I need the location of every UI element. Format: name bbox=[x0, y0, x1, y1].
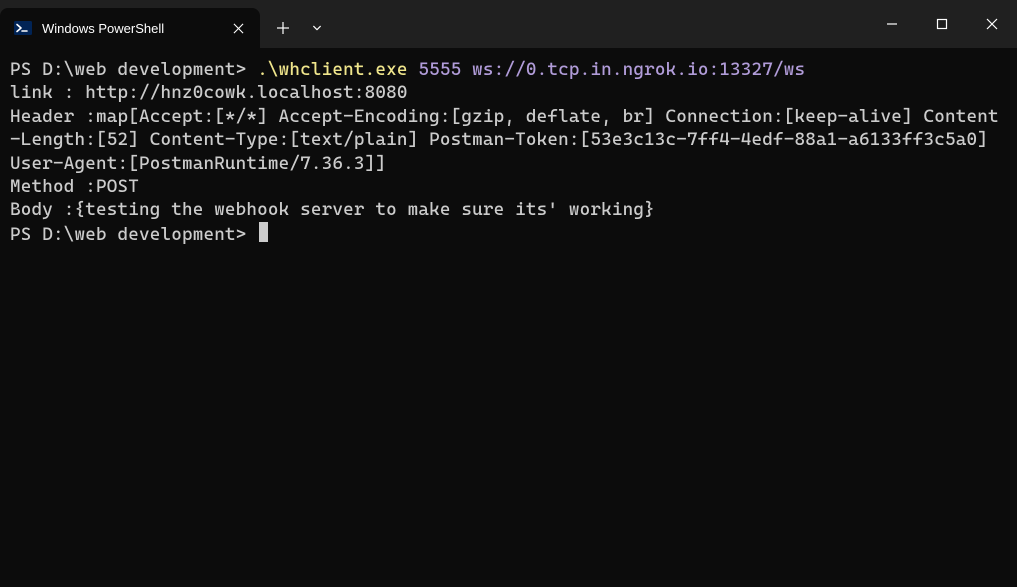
prompt: PS D:\web development> bbox=[10, 59, 257, 80]
powershell-icon bbox=[14, 19, 32, 37]
maximize-button[interactable] bbox=[917, 0, 967, 48]
command-arg-url: ws://0.tcp.in.ngrok.io:13327/ws bbox=[461, 59, 805, 80]
window-controls bbox=[867, 0, 1017, 48]
terminal-content[interactable]: PS D:\web development> .\whclient.exe 55… bbox=[0, 48, 1017, 256]
titlebar: Windows PowerShell bbox=[0, 0, 1017, 48]
command-arg-port: 5555 bbox=[408, 59, 462, 80]
prompt: PS D:\web development> bbox=[10, 224, 257, 245]
output-body: Body :{testing the webhook server to mak… bbox=[10, 198, 1007, 221]
output-method: Method :POST bbox=[10, 175, 1007, 198]
tabbar-actions bbox=[260, 8, 334, 48]
command-executable: .\whclient.exe bbox=[257, 59, 407, 80]
output-header: Header :map[Accept:[*/*] Accept-Encoding… bbox=[10, 105, 1007, 175]
new-tab-button[interactable] bbox=[266, 12, 300, 44]
active-tab[interactable]: Windows PowerShell bbox=[0, 8, 260, 48]
output-link: link : http://hnz0cowk.localhost:8080 bbox=[10, 81, 1007, 104]
tab-close-button[interactable] bbox=[228, 18, 248, 38]
tab-title: Windows PowerShell bbox=[42, 21, 190, 36]
cursor bbox=[259, 222, 268, 242]
tab-dropdown-button[interactable] bbox=[300, 12, 334, 44]
minimize-button[interactable] bbox=[867, 0, 917, 48]
titlebar-drag-region[interactable] bbox=[334, 0, 867, 48]
close-window-button[interactable] bbox=[967, 0, 1017, 48]
